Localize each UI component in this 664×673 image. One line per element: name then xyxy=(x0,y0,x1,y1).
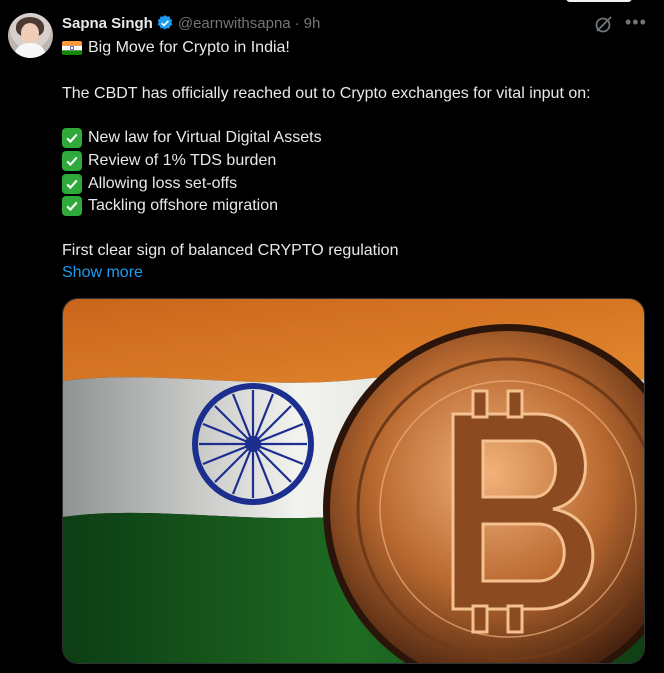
point-text: Tackling offshore migration xyxy=(88,197,279,214)
flag-and-bitcoin-illustration xyxy=(63,299,644,663)
point-text: Allowing loss set-offs xyxy=(88,175,238,192)
verified-badge-icon[interactable] xyxy=(156,14,174,32)
check-mark-icon xyxy=(62,196,82,216)
list-item: New law for Virtual Digital Assets xyxy=(62,128,322,148)
follow-button-cutoff[interactable] xyxy=(566,0,632,2)
headline-line: Big Move for Crypto in India! xyxy=(62,38,290,58)
author-handle[interactable]: @earnwithsapna xyxy=(178,15,291,32)
india-flag-icon xyxy=(62,41,82,55)
timestamp[interactable]: 9h xyxy=(304,15,321,32)
more-icon[interactable]: ••• xyxy=(625,12,647,33)
list-item: Tackling offshore migration xyxy=(62,196,278,216)
check-mark-icon xyxy=(62,128,82,148)
list-item: Review of 1% TDS burden xyxy=(62,151,276,171)
check-mark-icon xyxy=(62,174,82,194)
intro-text: The CBDT has officially reached out to C… xyxy=(62,85,591,102)
point-text: New law for Virtual Digital Assets xyxy=(88,129,322,146)
check-mark-icon xyxy=(62,151,82,171)
avatar[interactable] xyxy=(8,13,53,58)
grok-icon[interactable] xyxy=(594,14,614,34)
author-name[interactable]: Sapna Singh xyxy=(62,15,153,32)
headline-text: Big Move for Crypto in India! xyxy=(88,39,290,56)
tweet-image[interactable] xyxy=(62,298,645,664)
tweet-header: Sapna Singh @earnwithsapna · 9h xyxy=(62,12,320,34)
closing-text: First clear sign of balanced CRYPTO regu… xyxy=(62,242,399,259)
show-more-link[interactable]: Show more xyxy=(62,264,143,282)
list-item: Allowing loss set-offs xyxy=(62,174,237,194)
separator: · xyxy=(294,14,300,32)
point-text: Review of 1% TDS burden xyxy=(88,152,277,169)
